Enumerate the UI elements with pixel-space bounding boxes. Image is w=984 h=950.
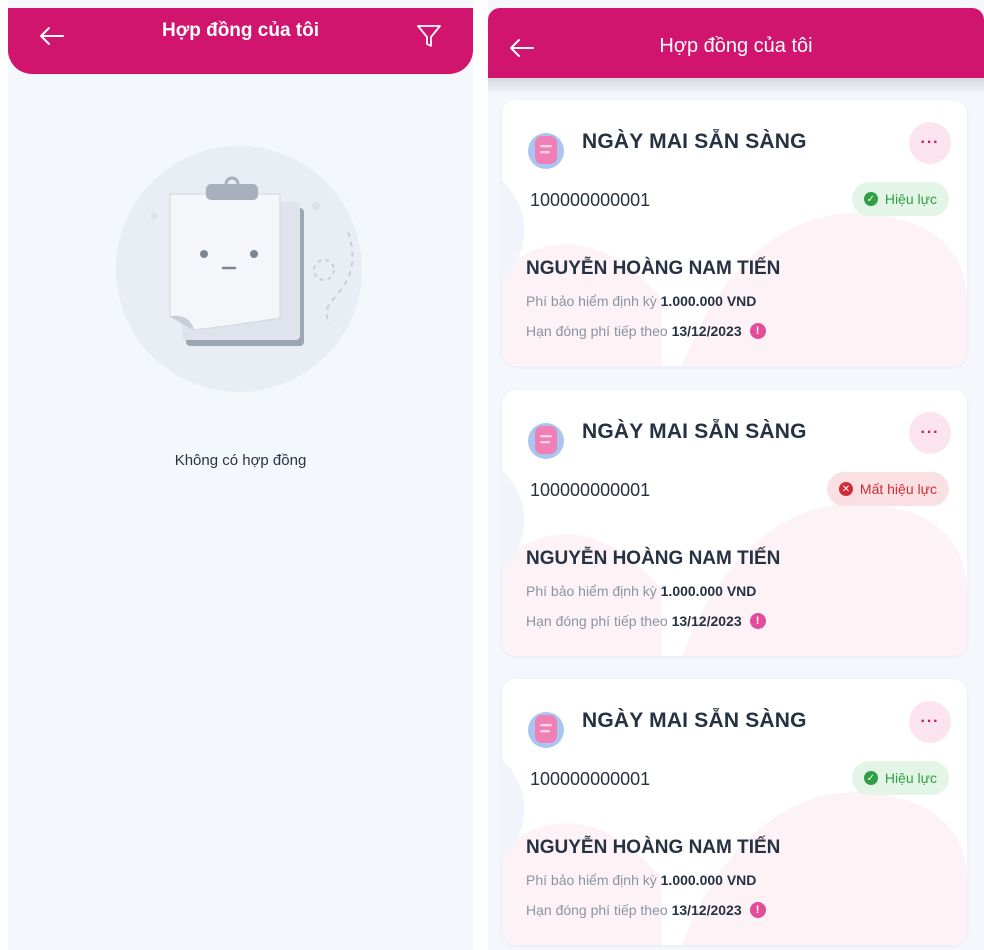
policy-holder-name: NGUYỄN HOÀNG NAM TIẾN [526, 258, 781, 279]
contracts-list-screen: Hợp đồng của tôi NGÀY MAI SẴN SÀNG ··· 1… [488, 0, 984, 950]
x-circle-icon: ✕ [838, 482, 853, 496]
premium-value: 1.000.000 VND [660, 293, 757, 309]
contract-document-icon [528, 133, 564, 169]
empty-clipboard-icon [116, 146, 362, 392]
due-date-value: 13/12/2023 [671, 902, 742, 918]
due-date-label: Hạn đóng phí tiếp theo [526, 323, 668, 339]
contract-number: 100000000001 [530, 190, 651, 210]
status-badge: ✕ Mất hiệu lực [826, 472, 949, 506]
page-title: Hợp đồng của tôi [659, 35, 813, 57]
product-name: NGÀY MAI SẴN SÀNG [582, 130, 807, 153]
premium-row: Phí bảo hiểm định kỳ 1.000.000 VND [526, 872, 756, 888]
product-name: NGÀY MAI SẴN SÀNG [582, 420, 807, 443]
info-icon[interactable]: ! [749, 902, 766, 918]
product-name: NGÀY MAI SẴN SÀNG [582, 709, 807, 732]
app-header: Hợp đồng của tôi [8, 8, 473, 74]
check-circle-icon: ✓ [863, 771, 878, 785]
info-icon[interactable]: ! [749, 613, 766, 629]
contract-document-icon [528, 712, 564, 748]
contract-card[interactable]: NGÀY MAI SẴN SÀNG ··· 100000000001 ✓ Hiệ… [502, 679, 967, 945]
more-options-button[interactable]: ··· [909, 122, 951, 164]
contract-document-icon [528, 423, 564, 459]
header-divider [488, 78, 984, 92]
status-label: Hiệu lực [884, 191, 937, 207]
filter-icon [417, 25, 441, 47]
status-label: Hiệu lực [884, 770, 937, 786]
contract-number: 100000000001 [530, 480, 651, 500]
more-options-button[interactable]: ··· [909, 412, 951, 454]
due-date-value: 13/12/2023 [671, 323, 742, 339]
due-date-label: Hạn đóng phí tiếp theo [526, 613, 668, 629]
empty-contracts-screen: Hợp đồng của tôi Không có hợp đồng [8, 0, 473, 950]
status-label: Mất hiệu lực [859, 481, 937, 497]
policy-holder-name: NGUYỄN HOÀNG NAM TIẾN [526, 548, 781, 569]
policy-holder-name: NGUYỄN HOÀNG NAM TIẾN [526, 837, 781, 858]
premium-label: Phí bảo hiểm định kỳ [526, 583, 657, 599]
contract-card[interactable]: NGÀY MAI SẴN SÀNG ··· 100000000001 ✕ Mất… [502, 390, 967, 656]
page-title: Hợp đồng của tôi [161, 20, 320, 41]
premium-row: Phí bảo hiểm định kỳ 1.000.000 VND [526, 583, 756, 599]
premium-row: Phí bảo hiểm định kỳ 1.000.000 VND [526, 293, 756, 309]
info-icon[interactable]: ! [749, 323, 766, 339]
premium-value: 1.000.000 VND [660, 583, 757, 599]
due-date-value: 13/12/2023 [671, 613, 742, 629]
check-circle-icon: ✓ [863, 192, 878, 206]
due-date-row: Hạn đóng phí tiếp theo 13/12/2023 ! [526, 323, 766, 339]
contract-number: 100000000001 [530, 769, 651, 789]
due-date-label: Hạn đóng phí tiếp theo [526, 902, 668, 918]
filter-button[interactable] [411, 18, 447, 54]
premium-label: Phí bảo hiểm định kỳ [526, 872, 657, 888]
app-header: Hợp đồng của tôi [488, 8, 984, 78]
contract-card[interactable]: NGÀY MAI SẴN SÀNG ··· 100000000001 ✓ Hiệ… [502, 100, 967, 366]
status-badge: ✓ Hiệu lực [851, 182, 949, 216]
due-date-row: Hạn đóng phí tiếp theo 13/12/2023 ! [526, 613, 766, 629]
status-badge: ✓ Hiệu lực [851, 761, 949, 795]
empty-state-message: Không có hợp đồng [174, 452, 307, 469]
more-options-button[interactable]: ··· [909, 701, 951, 743]
premium-value: 1.000.000 VND [660, 872, 757, 888]
due-date-row: Hạn đóng phí tiếp theo 13/12/2023 ! [526, 902, 766, 918]
premium-label: Phí bảo hiểm định kỳ [526, 293, 657, 309]
